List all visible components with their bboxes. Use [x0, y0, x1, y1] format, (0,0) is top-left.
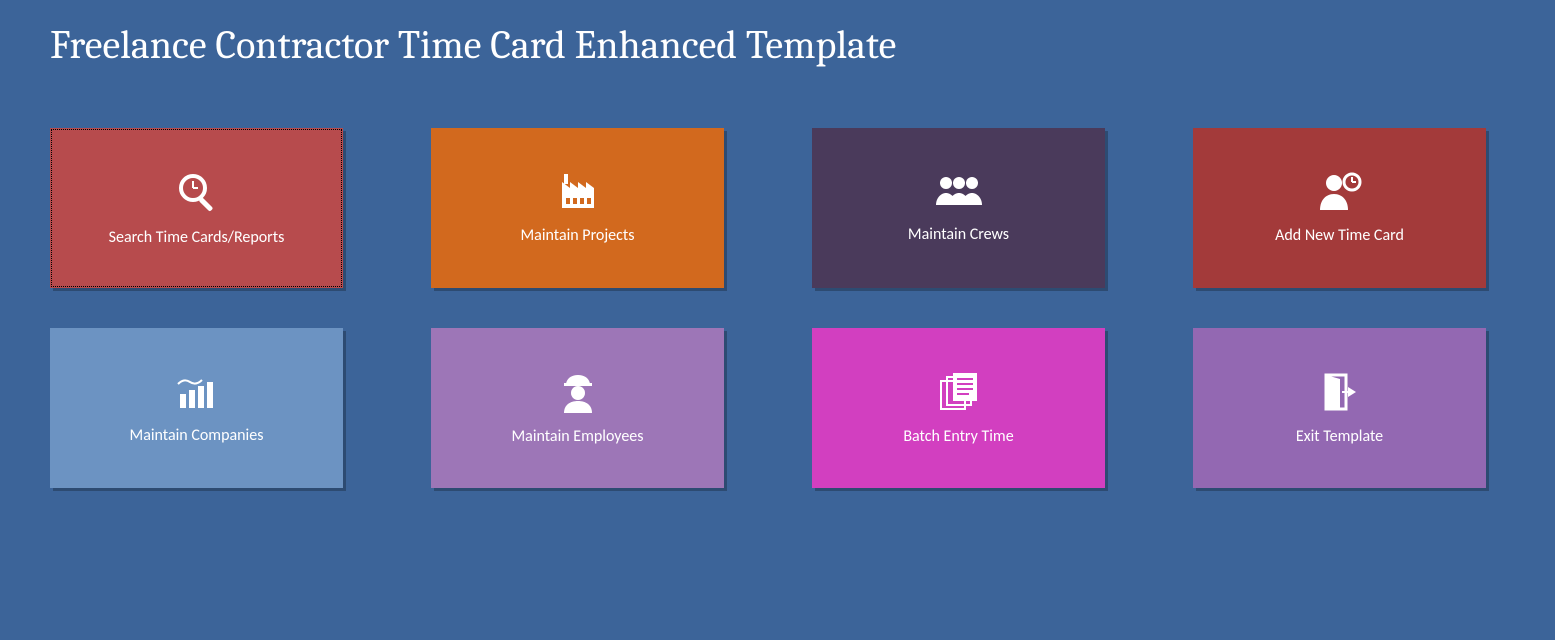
- tile-label: Maintain Crews: [908, 225, 1009, 244]
- tile-label: Maintain Employees: [511, 427, 643, 446]
- tile-grid: Search Time Cards/Reports Maintain Proje…: [50, 128, 1505, 488]
- tile-label: Add New Time Card: [1275, 226, 1404, 245]
- tile-label: Maintain Companies: [130, 426, 264, 445]
- tile-batch-entry-time[interactable]: Batch Entry Time: [812, 328, 1105, 488]
- tile-label: Maintain Projects: [521, 226, 635, 245]
- magnifier-clock-icon: [175, 170, 219, 214]
- exit-door-icon: [1320, 371, 1360, 413]
- person-clock-icon: [1316, 172, 1364, 212]
- tile-search-time-cards[interactable]: Search Time Cards/Reports: [50, 128, 343, 288]
- tile-label: Exit Template: [1296, 427, 1383, 446]
- tile-label: Search Time Cards/Reports: [109, 228, 285, 247]
- tile-maintain-crews[interactable]: Maintain Crews: [812, 128, 1105, 288]
- factory-icon: [556, 172, 600, 212]
- people-group-icon: [934, 173, 984, 211]
- tile-maintain-employees[interactable]: Maintain Employees: [431, 328, 724, 488]
- worker-hardhat-icon: [558, 371, 598, 413]
- documents-stack-icon: [937, 371, 981, 413]
- page-title: Freelance Contractor Time Card Enhanced …: [50, 22, 1505, 68]
- tile-label: Batch Entry Time: [903, 427, 1013, 446]
- factory-chart-icon: [174, 372, 220, 412]
- tile-maintain-companies[interactable]: Maintain Companies: [50, 328, 343, 488]
- tile-maintain-projects[interactable]: Maintain Projects: [431, 128, 724, 288]
- tile-exit-template[interactable]: Exit Template: [1193, 328, 1486, 488]
- tile-add-new-time-card[interactable]: Add New Time Card: [1193, 128, 1486, 288]
